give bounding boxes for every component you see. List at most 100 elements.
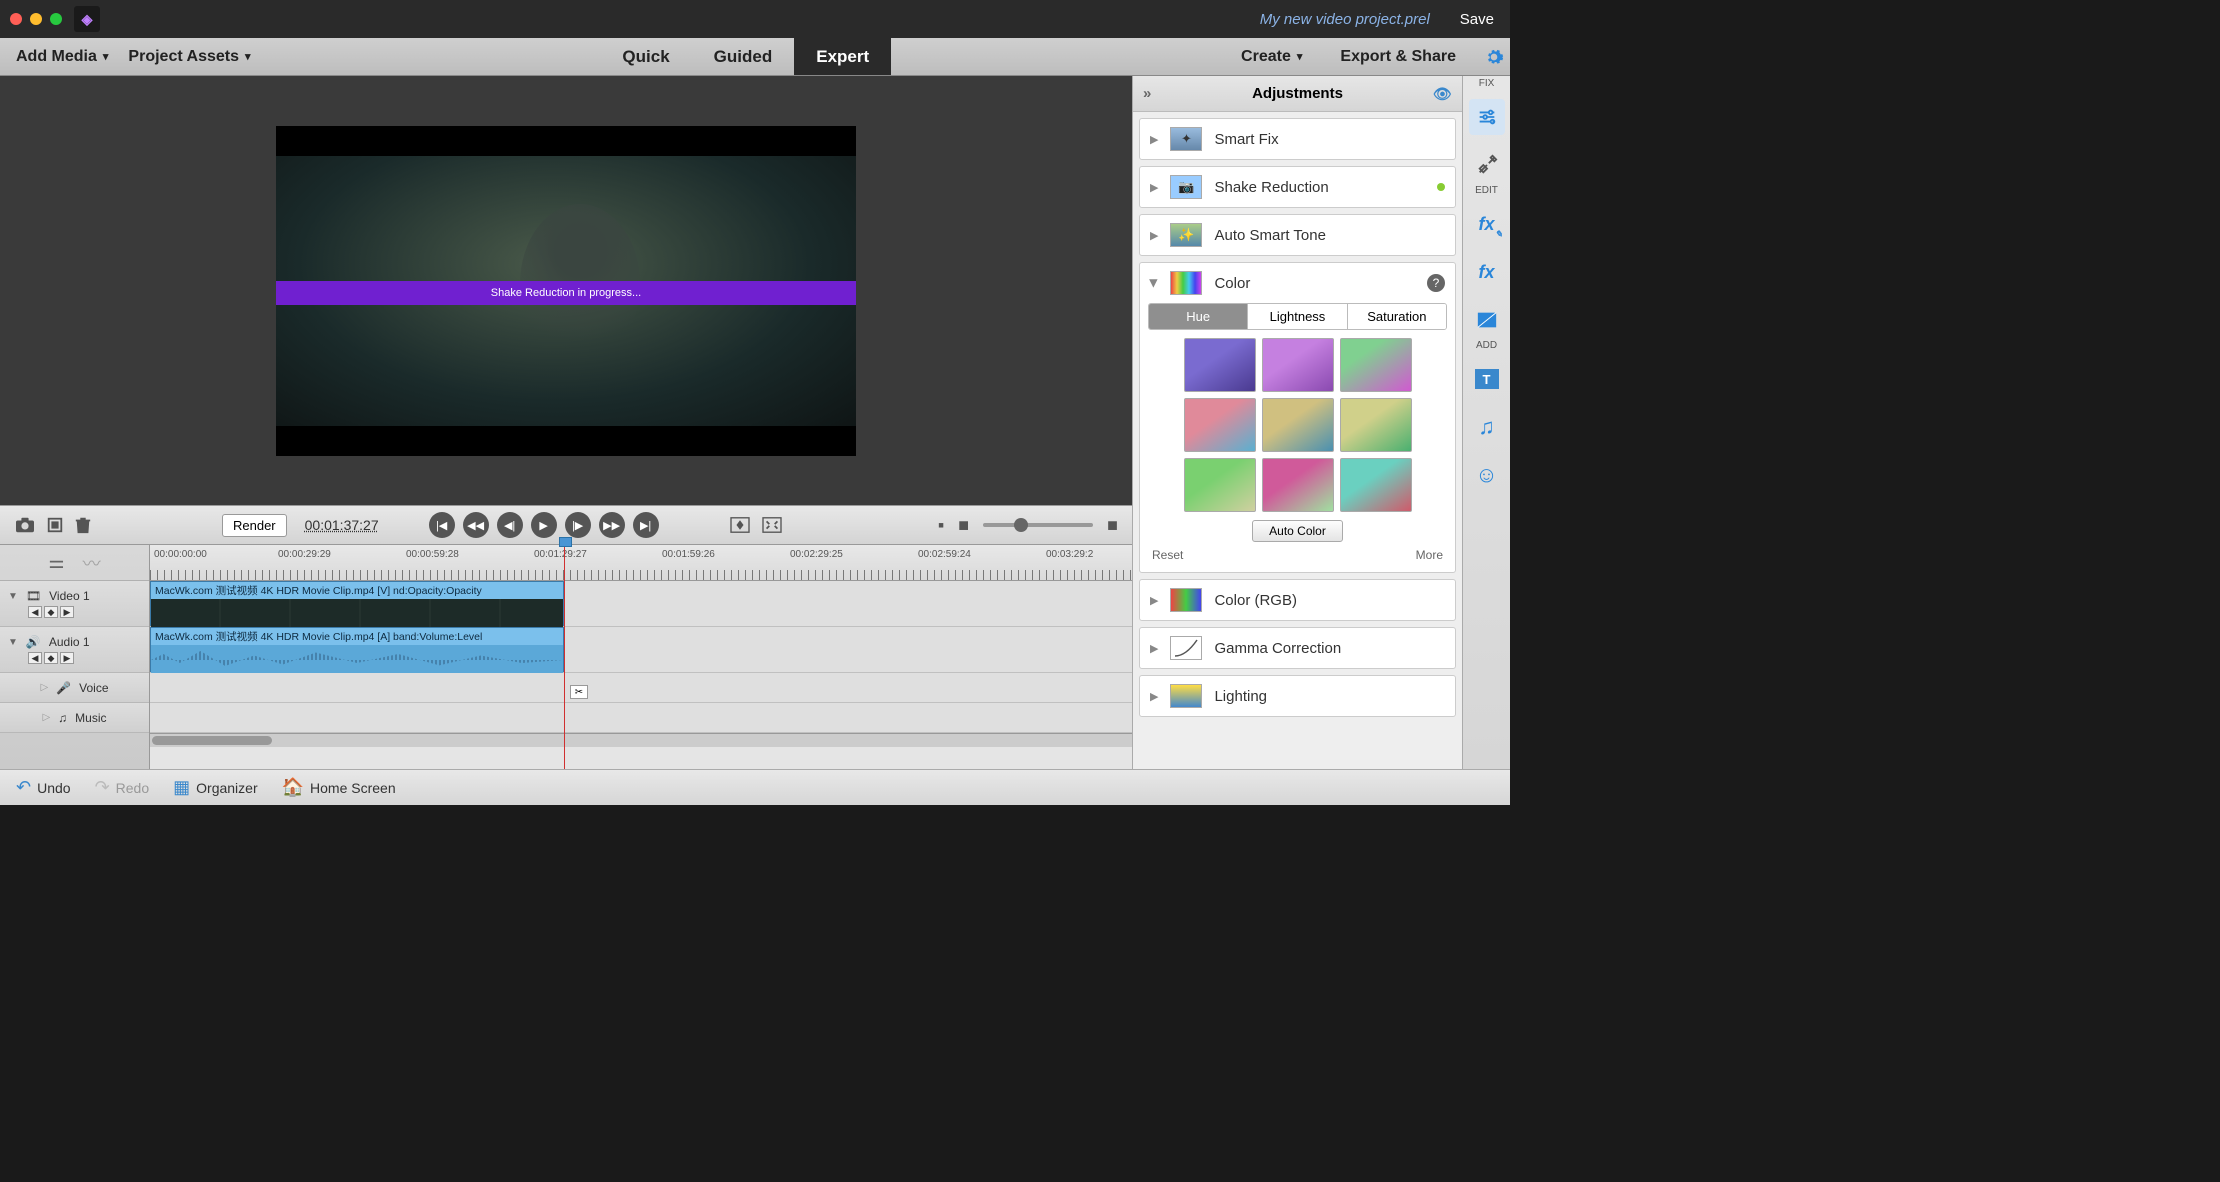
mode-expert[interactable]: Expert: [794, 38, 891, 75]
tab-hue[interactable]: Hue: [1149, 304, 1248, 329]
hue-preset[interactable]: [1340, 398, 1412, 452]
step-back-icon[interactable]: ◀|: [497, 512, 523, 538]
minimize-window-icon[interactable]: [30, 13, 42, 25]
graphics-icon[interactable]: ☺: [1469, 457, 1505, 493]
audio-clip[interactable]: MacWk.com 测试视频 4K HDR Movie Clip.mp4 [A]…: [150, 627, 564, 672]
adjustments-tool-icon[interactable]: [1469, 99, 1505, 135]
zoom-out-icon[interactable]: ▪: [938, 515, 944, 536]
track-header-voice[interactable]: ▷🎤 Voice: [0, 673, 149, 703]
top-toolbar: Add Media Project Assets Quick Guided Ex…: [0, 38, 1510, 76]
step-forward-icon[interactable]: |▶: [565, 512, 591, 538]
create-menu[interactable]: Create: [1231, 48, 1312, 66]
ruler-tick: 00:00:00:00: [154, 549, 207, 560]
reset-link[interactable]: Reset: [1152, 548, 1183, 562]
adjustment-gamma[interactable]: ▶ Gamma Correction: [1139, 627, 1456, 669]
effects-icon[interactable]: fx: [1469, 254, 1505, 290]
hue-preset[interactable]: [1262, 458, 1334, 512]
save-button[interactable]: Save: [1460, 11, 1494, 28]
redo-button[interactable]: ↷Redo: [95, 777, 150, 798]
preview-frame[interactable]: Shake Reduction in progress...: [276, 126, 856, 456]
mode-tabs: Quick Guided Expert: [600, 38, 891, 75]
collapse-panel-icon[interactable]: »: [1143, 85, 1151, 102]
fx-applied-icon[interactable]: fx✎: [1469, 206, 1505, 242]
export-share-button[interactable]: Export & Share: [1330, 48, 1466, 66]
collapse-track-icon[interactable]: ▼: [8, 637, 18, 648]
titles-icon[interactable]: T: [1469, 361, 1505, 397]
fullscreen-icon[interactable]: [761, 516, 783, 534]
marker-icon[interactable]: [46, 516, 64, 534]
collapse-track-icon[interactable]: ▼: [8, 591, 18, 602]
video-track-1[interactable]: MacWk.com 测试视频 4K HDR Movie Clip.mp4 [V]…: [150, 581, 1132, 627]
track-header-video1[interactable]: ▼ 🎞 Video 1 ◀◆▶: [0, 581, 149, 627]
adjustment-shake-reduction[interactable]: ▶ 📷 Shake Reduction: [1139, 166, 1456, 208]
project-assets-menu[interactable]: Project Assets: [118, 48, 260, 66]
auto-color-button[interactable]: Auto Color: [1252, 520, 1343, 542]
playhead[interactable]: [564, 545, 565, 769]
zoom-slider[interactable]: [983, 523, 1093, 527]
adjustment-smart-fix[interactable]: ▶ ✦ Smart Fix: [1139, 118, 1456, 160]
hue-preset[interactable]: [1340, 338, 1412, 392]
goto-end-icon[interactable]: ▶|: [633, 512, 659, 538]
waveform: [151, 645, 563, 675]
goto-start-icon[interactable]: |◀: [429, 512, 455, 538]
maximize-window-icon[interactable]: [50, 13, 62, 25]
safe-margins-icon[interactable]: [729, 516, 751, 534]
track-header-audio1[interactable]: ▼ 🔊 Audio 1 ◀◆▶: [0, 627, 149, 673]
smart-fix-icon: ✦: [1170, 127, 1202, 151]
hue-preset[interactable]: [1262, 398, 1334, 452]
snapshot-icon[interactable]: [14, 516, 36, 534]
organizer-button[interactable]: ▦Organizer: [173, 777, 257, 798]
scissors-icon[interactable]: ✂: [570, 685, 588, 699]
trash-icon[interactable]: [74, 515, 92, 535]
hue-preset[interactable]: [1340, 458, 1412, 512]
adjustment-color: ▶ Color ? Hue Lightness Saturation: [1139, 262, 1456, 573]
timeline-options-icon[interactable]: ⚌: [48, 552, 64, 573]
track-header-music[interactable]: ▷♫ Music: [0, 703, 149, 733]
rail-section-edit: EDIT: [1475, 185, 1498, 196]
help-icon[interactable]: ?: [1427, 274, 1445, 292]
add-media-menu[interactable]: Add Media: [6, 48, 118, 66]
undo-button[interactable]: ↶Undo: [16, 777, 71, 798]
play-icon[interactable]: ▶: [531, 512, 557, 538]
hue-preset[interactable]: [1184, 338, 1256, 392]
adjustment-auto-smart-tone[interactable]: ▶ ✨ Auto Smart Tone: [1139, 214, 1456, 256]
music-panel-icon[interactable]: ♫: [1469, 409, 1505, 445]
transitions-icon[interactable]: [1469, 302, 1505, 338]
preview-toggle-icon[interactable]: 👁: [1433, 85, 1452, 103]
adjustment-lighting[interactable]: ▶ Lighting: [1139, 675, 1456, 717]
home-screen-button[interactable]: 🏠Home Screen: [282, 777, 396, 798]
redo-icon: ↷: [95, 777, 110, 798]
render-button[interactable]: Render: [222, 514, 287, 537]
adjustment-label: Color (RGB): [1214, 592, 1297, 609]
hue-preset[interactable]: [1184, 398, 1256, 452]
hue-preset[interactable]: [1262, 338, 1334, 392]
adjustment-label: Color: [1214, 275, 1250, 292]
adjustment-color-rgb[interactable]: ▶ Color (RGB): [1139, 579, 1456, 621]
settings-icon[interactable]: [1484, 47, 1504, 67]
zoom-fit-icon[interactable]: ■: [958, 515, 969, 536]
home-icon: 🏠: [282, 777, 304, 798]
timeline-scrollbar[interactable]: [150, 733, 1132, 747]
voice-track[interactable]: [150, 673, 1132, 703]
timeline-tracks[interactable]: 00:00:00:00 00:00:29:29 00:00:59:28 00:0…: [150, 545, 1132, 769]
music-track[interactable]: [150, 703, 1132, 733]
rewind-icon[interactable]: ◀◀: [463, 512, 489, 538]
hue-preset[interactable]: [1184, 458, 1256, 512]
ruler-tick: 00:00:59:28: [406, 549, 459, 560]
window-controls[interactable]: [10, 13, 62, 25]
timecode-display[interactable]: 00:01:37:27: [305, 517, 379, 533]
video-clip[interactable]: MacWk.com 测试视频 4K HDR Movie Clip.mp4 [V]…: [150, 581, 564, 626]
panel-title: Adjustments: [1252, 85, 1343, 102]
audio-track-1[interactable]: MacWk.com 测试视频 4K HDR Movie Clip.mp4 [A]…: [150, 627, 1132, 673]
tab-lightness[interactable]: Lightness: [1248, 304, 1347, 329]
mode-quick[interactable]: Quick: [600, 38, 691, 75]
tools-icon[interactable]: [1469, 147, 1505, 183]
fast-forward-icon[interactable]: ▶▶: [599, 512, 625, 538]
mode-guided[interactable]: Guided: [692, 38, 795, 75]
time-ruler[interactable]: 00:00:00:00 00:00:29:29 00:00:59:28 00:0…: [150, 545, 1132, 581]
tab-saturation[interactable]: Saturation: [1348, 304, 1446, 329]
close-window-icon[interactable]: [10, 13, 22, 25]
more-link[interactable]: More: [1416, 548, 1443, 562]
audio-tool-icon[interactable]: 〰: [83, 550, 101, 576]
zoom-in-icon[interactable]: ■: [1107, 515, 1118, 536]
